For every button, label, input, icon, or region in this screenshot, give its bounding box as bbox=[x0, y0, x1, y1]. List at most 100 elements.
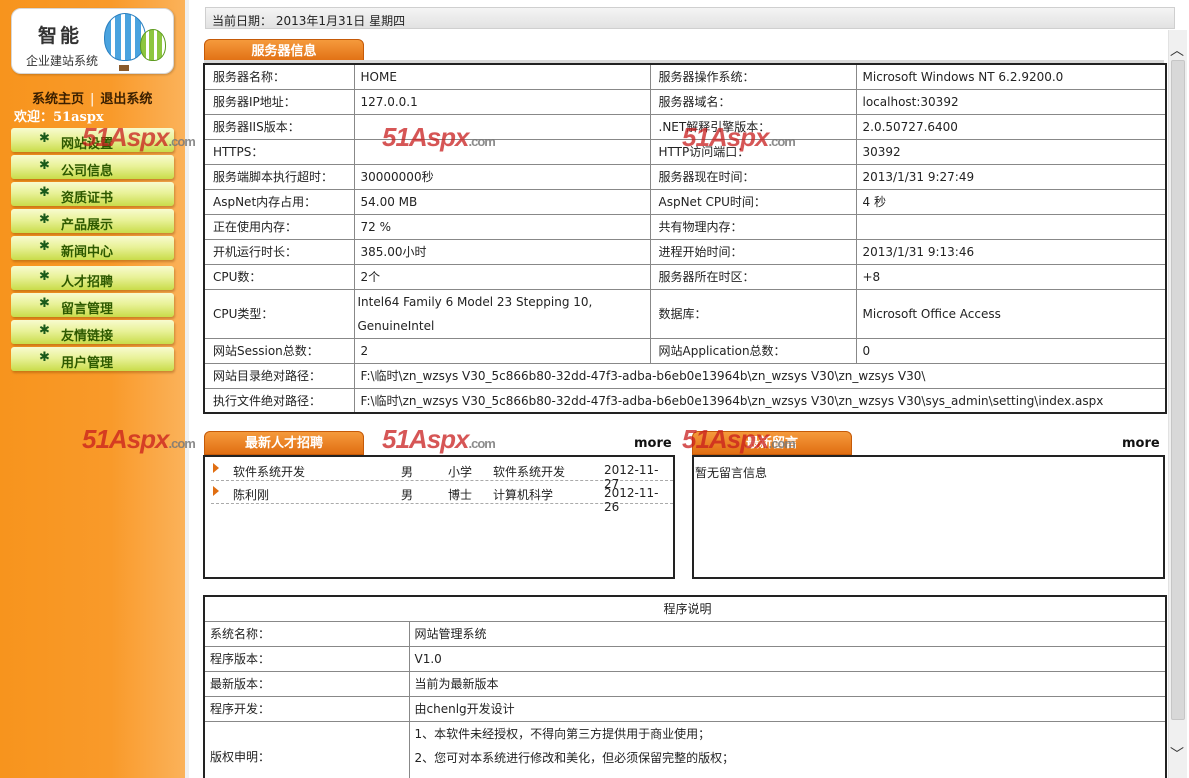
program-info-row: 系统名称： 网站管理系统 bbox=[203, 620, 1167, 647]
logout-link[interactable]: 退出系统 bbox=[100, 92, 152, 107]
gear-icon: ✱ bbox=[39, 350, 50, 365]
server-info-label: CPU数： bbox=[203, 263, 355, 290]
program-info-label: 程序版本： bbox=[203, 645, 410, 672]
server-info-row: 服务器IP地址： 127.0.0.1 服务器域名： localhost:30392 bbox=[203, 88, 1167, 115]
job-list-item[interactable]: 陈利刚 男 博士 计算机科学 2012-11-26 bbox=[211, 482, 673, 514]
server-info-table: 服务器名称： HOME 服务器操作系统： Microsoft Windows NT 6… bbox=[203, 63, 1167, 414]
welcome-text: 欢迎：51aspx bbox=[14, 110, 104, 125]
copyright-label: 版权申明： bbox=[203, 720, 410, 778]
job-list-item[interactable]: 软件系统开发男小学 软件系统开发 2012-11-27 bbox=[211, 459, 673, 491]
server-info-value: Intel64 Family 6 Model 23 Stepping 10, G… bbox=[353, 288, 651, 339]
server-path-row: 执行文件绝对路径： F:\临时\zn_wzsys V30_5c866b80-32d… bbox=[203, 387, 1167, 414]
messages-panel: 暂无留言信息 bbox=[692, 455, 1165, 579]
program-info-value: 由chenlg开发设计 bbox=[408, 695, 1167, 722]
server-info-label: AspNet内存占用： bbox=[203, 188, 355, 215]
gear-icon: ✱ bbox=[39, 158, 50, 173]
gear-icon: ✱ bbox=[39, 323, 50, 338]
messages-more-link[interactable]: more bbox=[1122, 436, 1160, 451]
job-gender: 男 bbox=[401, 488, 414, 502]
server-info-label: .NET解释引擎版本： bbox=[649, 113, 857, 140]
server-info-label: 进程开始时间： bbox=[649, 238, 857, 265]
server-info-value: 0 bbox=[855, 337, 1167, 364]
server-path-value: F:\临时\zn_wzsys V30_5c866b80-32dd-47f3-ad… bbox=[353, 362, 1167, 389]
server-info-label: 服务器名称： bbox=[203, 63, 355, 90]
server-info-label: 执行文件绝对路径： bbox=[203, 387, 355, 414]
server-info-label: 共有物理内存： bbox=[649, 213, 857, 240]
menu-item-label: 网站设置 bbox=[61, 137, 114, 152]
scroll-down-icon[interactable]: ﹀ bbox=[1170, 744, 1184, 764]
scrollbar-thumb[interactable] bbox=[1171, 60, 1185, 720]
server-info-row: AspNet内存占用： 54.00 MB AspNet CPU时间： 4 秒 bbox=[203, 188, 1167, 215]
server-info-label: 服务端脚本执行超时： bbox=[203, 163, 355, 190]
menu-item-label: 留言管理 bbox=[61, 302, 114, 317]
server-info-label: 网站Session总数： bbox=[203, 337, 355, 364]
job-major: 计算机科学 bbox=[493, 488, 554, 502]
copyright-line: 1、本软件未经授权，不得向第三方提供用于商业使用； bbox=[414, 726, 711, 741]
server-info-label: HTTP访问端口： bbox=[649, 138, 857, 165]
bullet-arrow-icon bbox=[213, 463, 219, 473]
sidebar: 智能 企业建站系统 系统主页 | 退出系统 欢迎：51aspx ✱ 网站设置 ✱ 公司信… bbox=[0, 0, 185, 778]
server-info-row: 网站Session总数： 2 网站Application总数： 0 bbox=[203, 337, 1167, 364]
server-info-value: 127.0.0.1 bbox=[353, 88, 651, 115]
server-info-label: AspNet CPU时间： bbox=[649, 188, 857, 215]
server-info-row: 服务端脚本执行超时： 30000000秒 服务器现在时间： 2013/1/31 9:2… bbox=[203, 163, 1167, 190]
menu-item-company-info[interactable]: ✱ 公司信息 bbox=[11, 155, 174, 179]
job-major: 软件系统开发 bbox=[493, 465, 566, 479]
menu-item-users[interactable]: ✱ 用户管理 bbox=[11, 347, 174, 371]
logo: 智能 企业建站系统 bbox=[11, 8, 174, 74]
menu-item-certificates[interactable]: ✱ 资质证书 bbox=[11, 182, 174, 206]
scroll-up-icon[interactable]: ︿ bbox=[1170, 40, 1184, 60]
menu-item-label: 公司信息 bbox=[61, 164, 114, 179]
server-info-value bbox=[855, 213, 1167, 240]
menu-item-news[interactable]: ✱ 新闻中心 bbox=[11, 236, 174, 260]
jobs-panel: 软件系统开发男小学 软件系统开发 2012-11-27 陈利刚 男 博士 计算机科学 2012… bbox=[203, 455, 675, 579]
program-info-value: 网站管理系统 bbox=[408, 620, 1167, 647]
main-content: 当前日期： 2013年1月31日 星期四 服务器信息 服务器名称： HOME 服务器… bbox=[185, 0, 1189, 778]
copyright-line: 2、您可对本系统进行修改和美化，但必须保留完整的版权； bbox=[414, 750, 735, 765]
job-date: 2012-11-26 bbox=[604, 486, 659, 514]
balloon-icon bbox=[104, 13, 146, 61]
logo-title: 智能 bbox=[38, 25, 83, 47]
server-info-value: Microsoft Office Access bbox=[855, 288, 1167, 339]
server-info-label: 服务器现在时间： bbox=[649, 163, 857, 190]
jobs-more-link[interactable]: more bbox=[634, 436, 672, 451]
balloon-basket-icon bbox=[119, 65, 129, 71]
server-info-label: 开机运行时长： bbox=[203, 238, 355, 265]
program-info-value: V1.0 bbox=[408, 645, 1167, 672]
menu-item-label: 产品展示 bbox=[61, 218, 114, 233]
server-info-label: 网站Application总数： bbox=[649, 337, 857, 364]
server-info-label: 网站目录绝对路径： bbox=[203, 362, 355, 389]
server-path-row: 网站目录绝对路径： F:\临时\zn_wzsys V30_5c866b80-32d… bbox=[203, 362, 1167, 389]
server-info-value: Microsoft Windows NT 6.2.9200.0 bbox=[855, 63, 1167, 90]
server-info-label: 服务器域名： bbox=[649, 88, 857, 115]
menu-item-links[interactable]: ✱ 友情链接 bbox=[11, 320, 174, 344]
home-link[interactable]: 系统主页 bbox=[32, 92, 84, 107]
menu-item-label: 人才招聘 bbox=[61, 275, 114, 290]
job-edu: 博士 bbox=[448, 488, 473, 502]
server-info-row: CPU类型： Intel64 Family 6 Model 23 Stepping… bbox=[203, 288, 1167, 339]
bullet-arrow-icon bbox=[213, 486, 219, 496]
menu-item-messages[interactable]: ✱ 留言管理 bbox=[11, 293, 174, 317]
program-info-label: 最新版本： bbox=[203, 670, 410, 697]
menu-item-products[interactable]: ✱ 产品展示 bbox=[11, 209, 174, 233]
gear-icon: ✱ bbox=[39, 131, 50, 146]
server-info-label: 服务器IP地址： bbox=[203, 88, 355, 115]
server-info-value bbox=[353, 113, 651, 140]
gear-icon: ✱ bbox=[39, 212, 50, 227]
program-info-label: 系统名称： bbox=[203, 620, 410, 647]
menu-item-recruitment[interactable]: ✱ 人才招聘 bbox=[11, 266, 174, 290]
server-info-label: HTTPS： bbox=[203, 138, 355, 165]
server-info-value: HOME bbox=[353, 63, 651, 90]
jobs-title: 最新人才招聘 bbox=[204, 431, 364, 455]
menu-item-site-settings[interactable]: ✱ 网站设置 bbox=[11, 128, 174, 152]
server-info-value: 4 秒 bbox=[855, 188, 1167, 215]
server-info-row: 开机运行时长： 385.00小时 进程开始时间： 2013/1/31 9:13:46 bbox=[203, 238, 1167, 265]
server-info-value: 2.0.50727.6400 bbox=[855, 113, 1167, 140]
server-info-value: 2013/1/31 9:27:49 bbox=[855, 163, 1167, 190]
server-info-label: 服务器操作系统： bbox=[649, 63, 857, 90]
server-info-value: 2个 bbox=[353, 263, 651, 290]
program-info-row: 最新版本： 当前为最新版本 bbox=[203, 670, 1167, 697]
job-name: 陈利刚 bbox=[233, 488, 270, 502]
program-info-label: 程序开发： bbox=[203, 695, 410, 722]
current-date: 当前日期： 2013年1月31日 星期四 bbox=[212, 14, 406, 28]
